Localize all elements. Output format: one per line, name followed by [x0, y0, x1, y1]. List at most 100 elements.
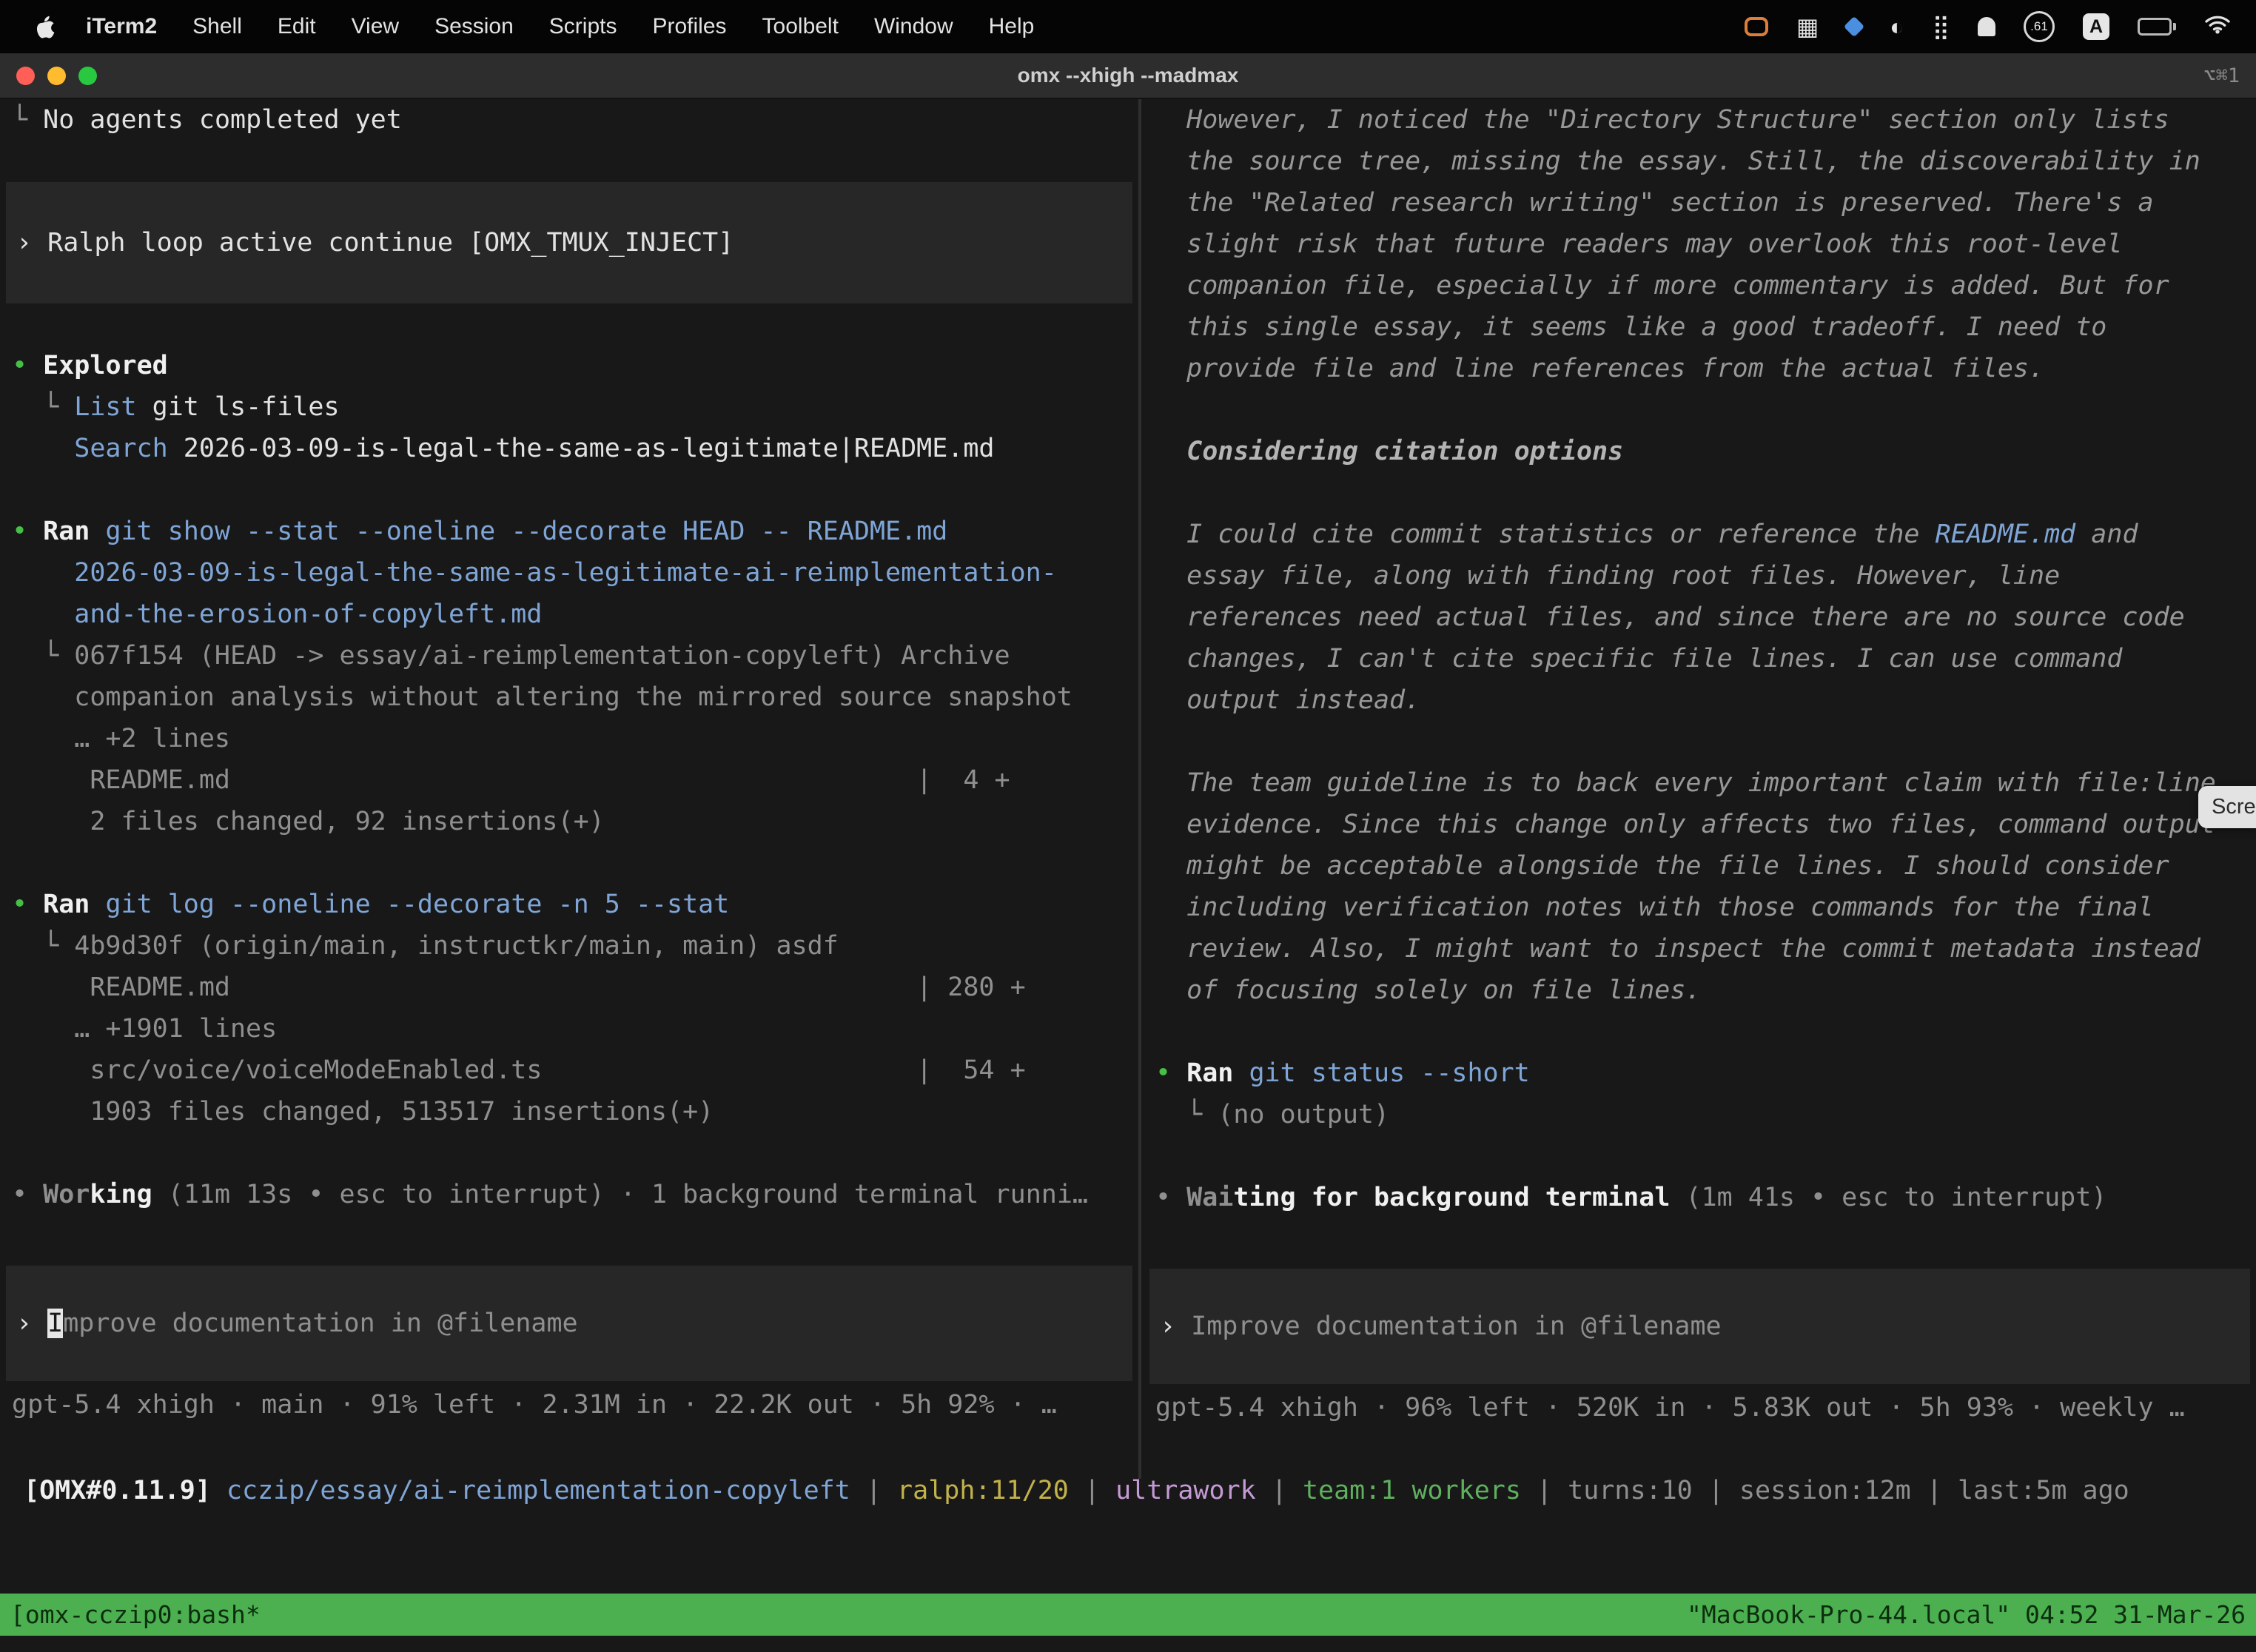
terminal-line: └ List git ls-files	[0, 386, 1138, 428]
menu-item-app[interactable]: iTerm2	[68, 14, 175, 39]
terminal-line: README.md | 4 +	[0, 759, 1138, 801]
right-prompt-input[interactable]: › Improve documentation in @filename	[1149, 1269, 2250, 1384]
left-prompt-input[interactable]: › Improve documentation in @filename	[6, 1266, 1132, 1381]
left-pane-output: └ No agents completed yet › Ralph loop ac…	[0, 99, 1138, 1257]
screen-recording-icon[interactable]	[1745, 17, 1768, 36]
terminal-line: this single essay, it seems like a good …	[1144, 306, 2256, 348]
terminal-line: output instead.	[1144, 679, 2256, 721]
menu-item-session[interactable]: Session	[417, 14, 531, 39]
terminal-line: I could cite commit statistics or refere…	[1144, 514, 2256, 555]
blank-line	[0, 303, 1138, 345]
wifi-icon[interactable]	[2204, 13, 2231, 40]
highlight-bar: › Ralph loop active continue [OMX_TMUX_I…	[6, 182, 1132, 303]
menu-item-edit[interactable]: Edit	[260, 14, 334, 39]
prompt-text: mprove documentation in @filename	[63, 1309, 577, 1338]
menu-item-window[interactable]: Window	[856, 14, 971, 39]
window-shortcut-badge: ⌥⌘1	[2203, 64, 2256, 87]
terminal-line: of focusing solely on file lines.	[1144, 970, 2256, 1011]
right-terminal-pane[interactable]: However, I noticed the "Directory Struct…	[1144, 99, 2256, 1428]
edge-notification: Scre	[2198, 786, 2256, 828]
apple-menu-icon[interactable]	[33, 14, 58, 39]
terminal-line: • Explored	[0, 345, 1138, 386]
terminal-line: review. Also, I might want to inspect th…	[1144, 928, 2256, 970]
window-title-bar[interactable]: omx --xhigh --madmax ⌥⌘1	[0, 53, 2256, 99]
dots-grid-icon[interactable]: ⣿	[1933, 15, 1950, 38]
terminal-line: evidence. Since this change only affects…	[1144, 804, 2256, 845]
terminal-line: └ 4b9d30f (origin/main, instructkr/main,…	[0, 925, 1138, 967]
terminal-line: the "Related research writing" section i…	[1144, 182, 2256, 224]
terminal-line: slight risk that future readers may over…	[1144, 224, 2256, 265]
tmux-host-clock: "MacBook-Pro-44.local" 04:52 31-Mar-26	[1687, 1600, 2246, 1629]
menu-item-profiles[interactable]: Profiles	[634, 14, 744, 39]
terminal-line: companion analysis without altering the …	[0, 676, 1138, 718]
keyboard-grid-icon[interactable]: ▦	[1796, 15, 1819, 38]
terminal-line: the source tree, missing the essay. Stil…	[1144, 141, 2256, 182]
text-cursor: I	[47, 1309, 63, 1338]
app-pill-icon[interactable]	[1978, 17, 1995, 36]
battery-icon[interactable]	[2138, 18, 2176, 36]
terminal-line: • Waiting for background terminal (1m 41…	[1144, 1177, 2256, 1218]
terminal-line: • Working (11m 13s • esc to interrupt) ·…	[0, 1174, 1138, 1215]
terminal-line: provide file and line references from th…	[1144, 348, 2256, 389]
window-title: omx --xhigh --madmax	[1018, 64, 1239, 87]
blank-line	[0, 1132, 1138, 1174]
cpu-meter-icon[interactable]: .61	[2024, 11, 2055, 42]
prompt-text: Improve documentation in @filename	[1191, 1312, 1721, 1341]
terminal-line: src/voice/voiceModeEnabled.ts | 54 +	[0, 1050, 1138, 1091]
terminal-line: … +1901 lines	[0, 1008, 1138, 1050]
menu-bar-status-icons: ▦ ◐ ⣿ .61 A	[1745, 11, 2256, 42]
pane-divider[interactable]	[1138, 99, 1141, 1479]
terminal-line: 1903 files changed, 513517 insertions(+)	[0, 1091, 1138, 1132]
prompt-chevron: ›	[16, 1309, 47, 1338]
blank-line	[0, 469, 1138, 511]
blank-line	[1144, 389, 2256, 431]
terminal-line: changes, I can't cite specific file line…	[1144, 638, 2256, 679]
menu-item-scripts[interactable]: Scripts	[531, 14, 635, 39]
terminal-line: The team guideline is to back every impo…	[1144, 762, 2256, 804]
blank-line	[1144, 721, 2256, 762]
terminal-line: companion file, especially if more comme…	[1144, 265, 2256, 306]
traffic-lights	[0, 67, 97, 85]
apple-logo-icon	[34, 14, 56, 39]
zoom-button[interactable]	[78, 67, 97, 85]
blank-line	[1144, 1011, 2256, 1052]
terminal-line: README.md | 280 +	[0, 967, 1138, 1008]
blank-line	[1144, 1218, 2256, 1260]
contrast-circle-icon[interactable]: ◐	[1890, 15, 1904, 38]
terminal-line: 2 files changed, 92 insertions(+)	[0, 801, 1138, 842]
terminal-line: However, I noticed the "Directory Struct…	[1144, 99, 2256, 141]
omx-status-bar: [OMX#0.11.9] cczip/essay/ai-reimplementa…	[0, 1470, 2256, 1511]
left-session-status: gpt-5.4 xhigh · main · 91% left · 2.31M …	[0, 1384, 1138, 1426]
battery-tip	[2173, 23, 2176, 30]
blank-line	[0, 842, 1138, 884]
menu-item-toolbelt[interactable]: Toolbelt	[745, 14, 856, 39]
blank-line	[1144, 1135, 2256, 1177]
terminal-line: └ (no output)	[1144, 1094, 2256, 1135]
terminal-line: references need actual files, and since …	[1144, 597, 2256, 638]
macos-menu-bar: iTerm2 Shell Edit View Session Scripts P…	[0, 0, 2256, 53]
minimize-button[interactable]	[47, 67, 66, 85]
terminal-content: └ No agents completed yet › Ralph loop ac…	[0, 99, 2256, 1652]
tmux-session-label: [omx-cczip0:bash*	[10, 1600, 261, 1629]
left-terminal-pane[interactable]: └ No agents completed yet › Ralph loop ac…	[0, 99, 1138, 1426]
input-source-icon[interactable]: A	[2083, 13, 2109, 40]
raycast-icon[interactable]	[1844, 16, 1864, 37]
terminal-line: Considering citation options	[1144, 431, 2256, 472]
close-button[interactable]	[16, 67, 35, 85]
terminal-line: • Ran git log --oneline --decorate -n 5 …	[0, 884, 1138, 925]
terminal-line: essay file, along with finding root file…	[1144, 555, 2256, 597]
terminal-line: and-the-erosion-of-copyleft.md	[0, 594, 1138, 635]
tmux-status-bar: [omx-cczip0:bash* "MacBook-Pro-44.local"…	[0, 1594, 2256, 1636]
battery-body	[2138, 18, 2172, 36]
menu-item-help[interactable]: Help	[971, 14, 1053, 39]
right-session-status: gpt-5.4 xhigh · 96% left · 520K in · 5.8…	[1144, 1387, 2256, 1428]
terminal-line: 2026-03-09-is-legal-the-same-as-legitima…	[0, 552, 1138, 594]
terminal-line: └ No agents completed yet	[0, 99, 1138, 141]
terminal-line: might be acceptable alongside the file l…	[1144, 845, 2256, 887]
terminal-line: • Ran git status --short	[1144, 1052, 2256, 1094]
menu-item-view[interactable]: View	[334, 14, 417, 39]
terminal-line: [OMX#0.11.9] cczip/essay/ai-reimplementa…	[12, 1470, 2256, 1511]
terminal-line: … +2 lines	[0, 718, 1138, 759]
menu-item-shell[interactable]: Shell	[175, 14, 260, 39]
terminal-line: including verification notes with those …	[1144, 887, 2256, 928]
